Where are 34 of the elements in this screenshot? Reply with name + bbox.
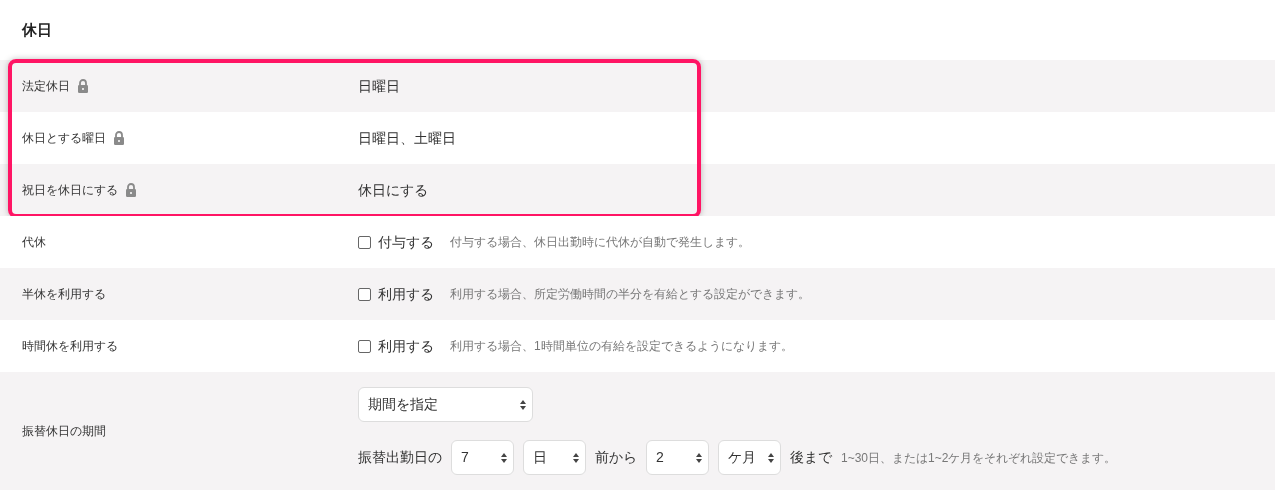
hint-text: 1~30日、または1~2ケ月をそれぞれ設定できます。 <box>841 449 1117 467</box>
dropdown[interactable]: 期間を指定 <box>358 387 533 422</box>
updown-arrow-icon <box>696 452 702 463</box>
field-label: 振替休日の期間 <box>22 423 106 440</box>
updown-arrow-icon <box>501 452 507 463</box>
dropdown[interactable]: 7 <box>451 440 514 475</box>
inline-text: 前から <box>595 448 637 467</box>
field-label: 時間休を利用する <box>22 338 118 355</box>
hint-text: 利用する場合、1時間単位の有給を設定できるようになります。 <box>450 338 793 355</box>
field-label: 半休を利用する <box>22 286 106 303</box>
field-label: 休日とする曜日 <box>22 130 106 147</box>
dropdown[interactable]: 2 <box>646 440 709 475</box>
field-label: 代休 <box>22 234 46 251</box>
checkbox-label[interactable]: 利用する <box>378 283 434 305</box>
field-label: 祝日を休日にする <box>22 182 118 199</box>
dropdown[interactable]: 日 <box>523 440 586 475</box>
checkbox[interactable] <box>358 339 371 353</box>
checkbox[interactable] <box>358 287 371 301</box>
checkbox-label[interactable]: 付与する <box>378 231 434 253</box>
checkbox-label[interactable]: 利用する <box>378 335 434 357</box>
field-label: 法定休日 <box>22 78 70 95</box>
updown-arrow-icon <box>768 452 774 463</box>
dropdown[interactable]: ケ月 <box>718 440 781 475</box>
updown-arrow-icon <box>573 452 579 463</box>
inline-text: 後まで <box>790 448 832 467</box>
updown-arrow-icon <box>520 399 526 410</box>
hint-text: 付与する場合、休日出勤時に代休が自動で発生します。 <box>450 234 750 251</box>
inline-text: 振替出勤日の <box>358 448 442 467</box>
field-value: 休日にする <box>358 182 428 198</box>
field-value: 日曜日、土曜日 <box>358 130 456 146</box>
field-value: 日曜日 <box>358 78 400 94</box>
hint-text: 利用する場合、所定労働時間の半分を有給とする設定ができます。 <box>450 286 810 303</box>
checkbox[interactable] <box>358 235 371 249</box>
section-heading: 休日 <box>20 19 53 40</box>
